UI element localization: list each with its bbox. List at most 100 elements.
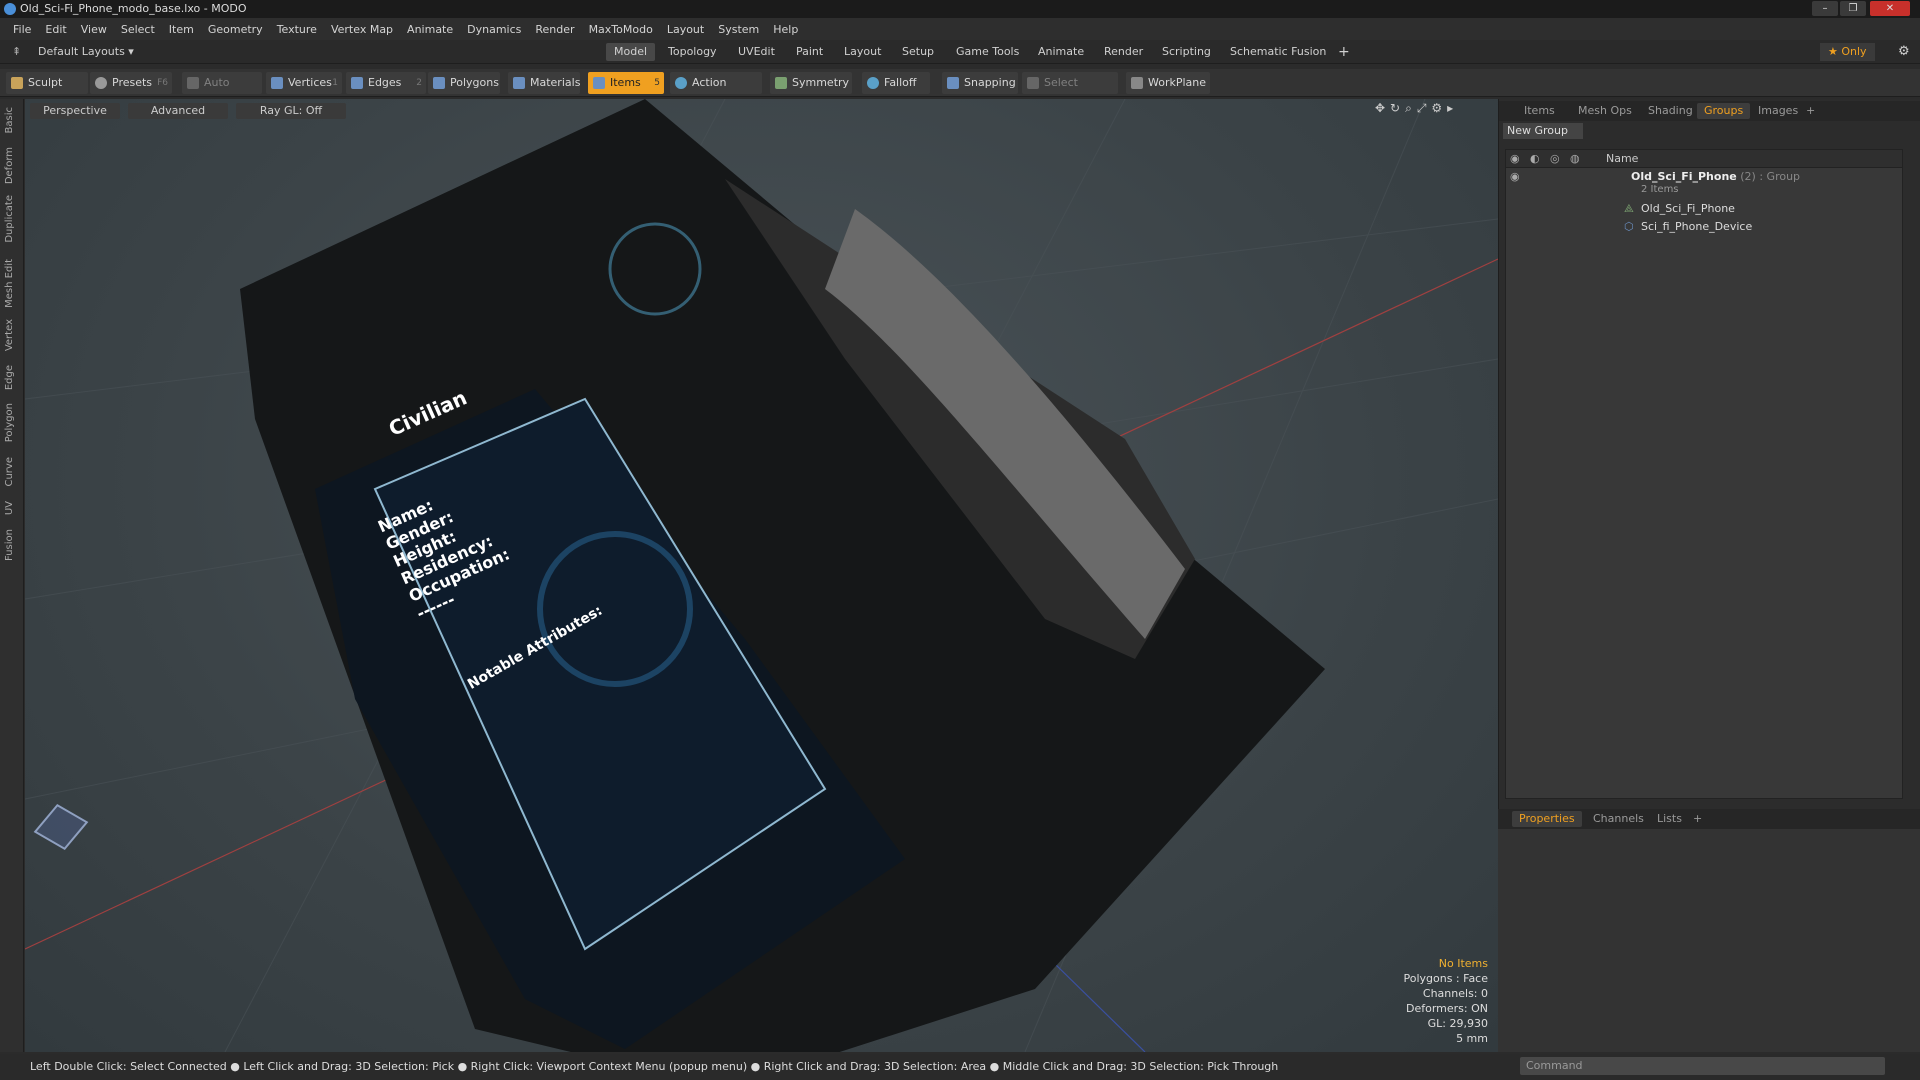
- mesh-item-icon: ⬡: [1624, 220, 1634, 233]
- falloff-button[interactable]: Falloff: [862, 72, 930, 94]
- tab-images[interactable]: Images: [1751, 103, 1805, 119]
- raygl-toggle[interactable]: Ray GL: Off: [236, 103, 346, 119]
- vtab-curve[interactable]: Curve: [4, 457, 20, 487]
- 3d-viewport[interactable]: Civilian Name: Gender: Height: Residency…: [25, 99, 1498, 1052]
- vtab-vertex[interactable]: Vertex: [4, 319, 20, 351]
- workplane-button[interactable]: WorkPlane: [1126, 72, 1210, 94]
- tab-uvedit[interactable]: UVEdit: [730, 43, 783, 61]
- menu-file[interactable]: File: [6, 23, 38, 36]
- modo-logo-icon: [4, 3, 16, 15]
- tab-channels[interactable]: Channels: [1586, 811, 1651, 827]
- vtab-fusion[interactable]: Fusion: [4, 529, 20, 561]
- stat-no-items: No Items: [1438, 957, 1488, 970]
- stat-polygons: Polygons : Face: [1403, 972, 1488, 985]
- close-button[interactable]: ✕: [1870, 1, 1910, 16]
- menu-vertex-map[interactable]: Vertex Map: [324, 23, 400, 36]
- select-through-button[interactable]: Select Through: [1022, 72, 1118, 111]
- menu-geometry[interactable]: Geometry: [201, 23, 270, 36]
- menu-maxtomodo[interactable]: MaxToModo: [582, 23, 660, 36]
- symmetry-icon: [775, 77, 787, 89]
- select-through-icon: [1027, 77, 1039, 89]
- presets-button[interactable]: Presets F6: [90, 72, 172, 94]
- tab-model[interactable]: Model: [606, 43, 656, 61]
- tab-paint[interactable]: Paint: [788, 43, 831, 61]
- tab-items[interactable]: Items: [1517, 103, 1562, 119]
- right-tabs: Items Mesh Ops Shading Groups Images +: [1499, 101, 1920, 121]
- group-child-row[interactable]: ⟁ Old_Sci_Fi_Phone: [1506, 200, 1902, 218]
- presets-icon: [95, 77, 107, 89]
- menu-help[interactable]: Help: [766, 23, 805, 36]
- group-row[interactable]: ◉ Old_Sci_Fi_Phone (2) : Group 2 Items: [1506, 168, 1902, 198]
- materials-label: Materials: [530, 76, 581, 89]
- tab-groups[interactable]: Groups: [1697, 103, 1751, 119]
- snapping-label: Snapping: [964, 76, 1016, 89]
- child-name: Old_Sci_Fi_Phone: [1641, 202, 1735, 215]
- new-group-button[interactable]: New Group: [1503, 123, 1583, 139]
- menu-select[interactable]: Select: [114, 23, 162, 36]
- visibility-column-icon: ◉: [1510, 152, 1520, 165]
- minimize-button[interactable]: –: [1812, 1, 1838, 16]
- tab-topology[interactable]: Topology: [660, 43, 725, 61]
- command-input[interactable]: Command: [1520, 1057, 1885, 1075]
- workplane-icon: [1131, 77, 1143, 89]
- vtab-polygon[interactable]: Polygon: [4, 403, 20, 442]
- materials-icon: [513, 77, 525, 89]
- stat-channels: Channels: 0: [1422, 987, 1488, 1000]
- items-button[interactable]: Items 5: [588, 72, 664, 94]
- tab-properties[interactable]: Properties: [1512, 811, 1582, 827]
- maximize-button[interactable]: ❐: [1840, 1, 1866, 16]
- view-mode-dropdown[interactable]: Perspective: [30, 103, 120, 119]
- group-child-row[interactable]: ⬡ Sci_fi_Phone_Device: [1506, 218, 1902, 236]
- add-panel-tab[interactable]: +: [1799, 103, 1822, 119]
- tab-mesh-ops[interactable]: Mesh Ops: [1571, 103, 1639, 119]
- action-center-button[interactable]: Action Center: [670, 72, 762, 111]
- tab-setup[interactable]: Setup: [894, 43, 942, 61]
- menu-view[interactable]: View: [74, 23, 114, 36]
- auto-select-button[interactable]: Auto Select: [182, 72, 262, 111]
- vtab-uv[interactable]: UV: [4, 501, 20, 515]
- toolbar: Sculpt Presets F6 Auto Select Vertices 1…: [0, 69, 1920, 111]
- snapping-button[interactable]: Snapping: [942, 72, 1018, 94]
- snapping-icon: [947, 77, 959, 89]
- tab-scripting[interactable]: Scripting: [1154, 43, 1219, 61]
- group-type: : Group: [1759, 170, 1801, 183]
- gear-icon[interactable]: ⚙: [1890, 43, 1918, 61]
- materials-button[interactable]: Materials: [508, 72, 580, 94]
- layout-preset-dropdown[interactable]: Default Layouts ▾: [30, 43, 142, 61]
- menu-texture[interactable]: Texture: [270, 23, 324, 36]
- vtab-mesh-edit[interactable]: Mesh Edit: [4, 259, 20, 308]
- tab-lists[interactable]: Lists: [1650, 811, 1689, 827]
- add-bottom-tab[interactable]: +: [1686, 811, 1709, 827]
- menu-item[interactable]: Item: [162, 23, 201, 36]
- tab-animate[interactable]: Animate: [1030, 43, 1092, 61]
- polygons-icon: [433, 77, 445, 89]
- add-tab-button[interactable]: +: [1330, 43, 1358, 61]
- menu-edit[interactable]: Edit: [38, 23, 73, 36]
- menu-animate[interactable]: Animate: [400, 23, 460, 36]
- tab-layout[interactable]: Layout: [836, 43, 889, 61]
- child-name: Sci_fi_Phone_Device: [1641, 220, 1753, 233]
- symmetry-button[interactable]: Symmetry: [770, 72, 852, 94]
- eye-icon[interactable]: ◉: [1510, 168, 1524, 186]
- tab-game-tools[interactable]: Game Tools: [948, 43, 1027, 61]
- edges-button[interactable]: Edges 2: [346, 72, 426, 94]
- menu-system[interactable]: System: [711, 23, 766, 36]
- only-toggle[interactable]: ★ Only: [1820, 43, 1875, 61]
- tab-shading[interactable]: Shading: [1641, 103, 1700, 119]
- stat-deformers: Deformers: ON: [1406, 1002, 1488, 1015]
- sculpt-button[interactable]: Sculpt: [6, 72, 88, 94]
- vtab-deform[interactable]: Deform: [4, 147, 20, 184]
- vtab-duplicate[interactable]: Duplicate: [4, 195, 20, 243]
- viewport-nav-icons[interactable]: ✥↻⌕⤢⚙▸: [1375, 101, 1458, 116]
- tab-schematic-fusion[interactable]: Schematic Fusion: [1222, 43, 1334, 61]
- menu-layout[interactable]: Layout: [660, 23, 711, 36]
- menu-dynamics[interactable]: Dynamics: [460, 23, 528, 36]
- shading-dropdown[interactable]: Advanced: [128, 103, 228, 119]
- tab-render[interactable]: Render: [1096, 43, 1151, 61]
- layout-up-icon[interactable]: ⇞: [4, 43, 29, 61]
- vtab-basic[interactable]: Basic: [4, 107, 20, 133]
- menu-render[interactable]: Render: [528, 23, 581, 36]
- vertices-button[interactable]: Vertices 1: [266, 72, 342, 94]
- polygons-button[interactable]: Polygons: [428, 72, 500, 94]
- vtab-edge[interactable]: Edge: [4, 365, 20, 390]
